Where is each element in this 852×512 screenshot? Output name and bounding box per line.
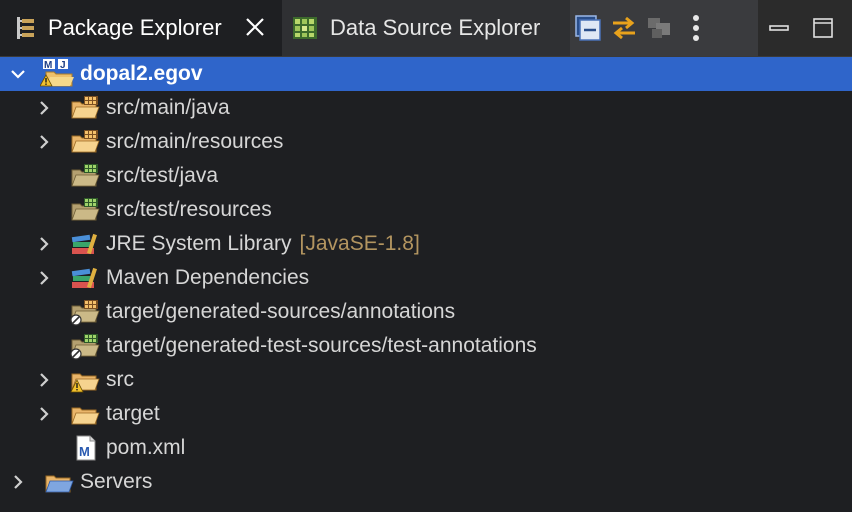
tree-item-generated-test-sources[interactable]: target/generated-test-sources/test-annot…: [0, 329, 852, 363]
collapse-all-button[interactable]: [570, 8, 606, 48]
link-with-editor-icon: [613, 16, 635, 40]
minimize-icon: [769, 25, 789, 31]
generated-test-folder-icon: [70, 334, 100, 360]
tab-label: Package Explorer: [48, 15, 222, 40]
tab-label: Data Source Explorer: [330, 15, 541, 40]
tree-item-label: src: [106, 368, 134, 391]
tree-item-label: JRE System Library [JavaSE-1.8]: [106, 232, 420, 256]
tree-item-src-main-java[interactable]: src/main/java: [0, 91, 852, 125]
tab-data-source-explorer[interactable]: Data Source Explorer: [282, 0, 570, 56]
tree-item-label: src/test/java: [106, 164, 219, 187]
maven-project-warning-icon: M J: [40, 59, 74, 87]
package-explorer-icon: [17, 17, 34, 39]
tab-package-explorer[interactable]: Package Explorer: [0, 0, 282, 56]
tree-item-label: target/generated-test-sources/test-annot…: [106, 334, 537, 357]
focus-on-working-set-button[interactable]: [642, 8, 678, 48]
maximize-icon: [813, 18, 833, 38]
tree-item-label: Servers: [80, 470, 153, 493]
tree-item-src[interactable]: src: [0, 363, 852, 397]
view-menu-button[interactable]: [678, 8, 714, 48]
tree-item-label: target/generated-sources/annotations: [106, 300, 456, 323]
chevron-right-icon[interactable]: [36, 100, 52, 116]
tree-item-label: pom.xml: [106, 436, 186, 459]
working-set-icon: [648, 18, 670, 38]
chevron-down-icon[interactable]: [10, 66, 26, 82]
servers-folder-icon: [45, 475, 74, 493]
tree-item-label: target: [106, 402, 160, 425]
folder-icon: [71, 407, 100, 425]
svg-text:M: M: [44, 60, 52, 71]
tree-item-servers[interactable]: Servers: [0, 465, 852, 499]
tree-item-src-main-resources[interactable]: src/main/resources: [0, 125, 852, 159]
library-icon: [71, 233, 97, 255]
maximize-button[interactable]: [812, 0, 834, 56]
tree-item-target[interactable]: target: [0, 397, 852, 431]
source-folder-icon: [71, 96, 100, 119]
close-icon[interactable]: [242, 14, 268, 40]
library-icon: [71, 267, 97, 289]
minimize-button[interactable]: [768, 0, 790, 56]
tree-item-jre-system-library[interactable]: JRE System Library [JavaSE-1.8]: [0, 227, 852, 261]
collapse-all-icon: [575, 15, 601, 41]
tree-item-label: src/test/resources: [106, 198, 272, 221]
maven-file-icon: M: [76, 435, 96, 461]
svg-text:J: J: [60, 60, 66, 71]
more-vertical-icon: [693, 15, 699, 41]
generated-source-folder-icon: [70, 300, 100, 326]
view-toolbar: [570, 0, 758, 56]
test-source-folder-icon: [71, 164, 100, 187]
tree-item-label: Maven Dependencies: [106, 266, 310, 289]
chevron-right-icon[interactable]: [36, 134, 52, 150]
chevron-right-icon[interactable]: [36, 372, 52, 388]
jre-version-decoration: [JavaSE-1.8]: [299, 232, 420, 255]
warning-folder-icon: [70, 373, 100, 393]
svg-text:M: M: [79, 444, 90, 459]
tree-item-src-test-resources[interactable]: src/test/resources: [0, 193, 852, 227]
chevron-right-icon[interactable]: [36, 236, 52, 252]
chevron-right-icon[interactable]: [36, 270, 52, 286]
data-source-explorer-icon: [293, 17, 317, 39]
tree-item-pom-xml[interactable]: M pom.xml: [0, 431, 852, 465]
test-source-folder-icon: [71, 198, 100, 221]
view-tab-bar: Package Explorer Data Source Explorer: [0, 0, 852, 57]
tree-item-label: src/main/java: [106, 96, 230, 119]
chevron-right-icon[interactable]: [10, 474, 26, 490]
tree-item-label: src/main/resources: [106, 130, 284, 153]
link-with-editor-button[interactable]: [606, 8, 642, 48]
library-name: JRE System Library: [106, 232, 292, 255]
tree-item-generated-sources[interactable]: target/generated-sources/annotations: [0, 295, 852, 329]
tree-item-label: dopal2.egov: [80, 62, 203, 85]
tree-item-maven-dependencies[interactable]: Maven Dependencies: [0, 261, 852, 295]
chevron-right-icon[interactable]: [36, 406, 52, 422]
source-folder-icon: [71, 130, 100, 153]
tree-item-project[interactable]: M J dopal2.egov: [0, 57, 852, 91]
tree-item-src-test-java[interactable]: src/test/java: [0, 159, 852, 193]
